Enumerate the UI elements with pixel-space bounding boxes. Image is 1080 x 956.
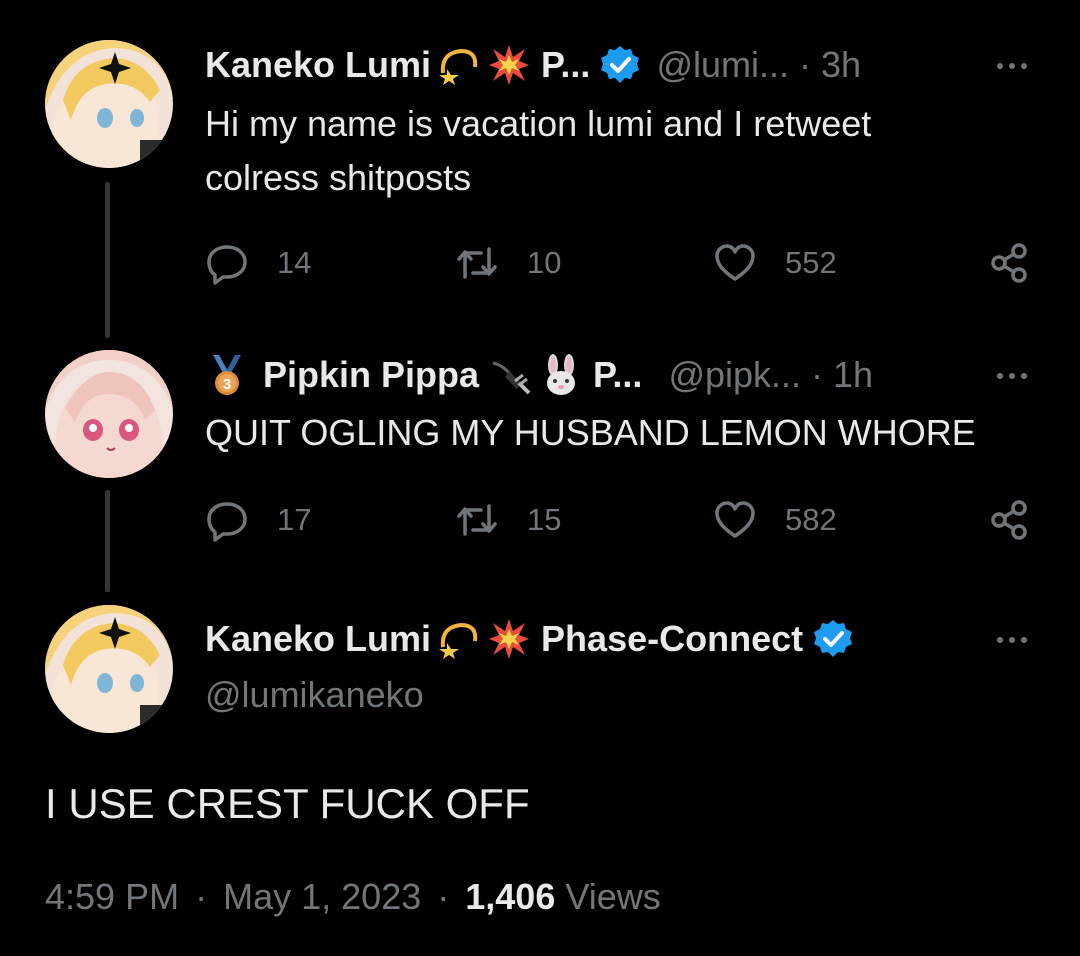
verified-badge-icon [811,617,855,661]
heart-icon [715,501,755,538]
tweet-header: Kaneko Lumi P... @lumi... · 3h [205,40,861,90]
like-button[interactable]: 552 [713,238,837,288]
share-icon [991,243,1027,283]
retweet-button[interactable]: 15 [455,495,561,545]
bronze-medal-3-emoji: 3 [205,353,249,397]
dizzy-emoji [437,43,481,87]
affiliation[interactable]: P... [541,44,590,86]
more-options-icon[interactable] [992,46,1032,86]
reply-button[interactable]: 14 [205,238,311,288]
collision-emoji [487,617,531,661]
separator-dot: · [437,876,450,917]
retweet-icon [457,504,497,536]
reply-icon [207,245,247,285]
timestamp[interactable]: 3h [821,44,861,86]
rabbit-face-emoji [539,353,583,397]
like-count: 552 [785,245,837,280]
reply-button[interactable]: 17 [205,495,311,545]
heart-icon [715,244,755,281]
share-button[interactable] [987,238,1031,288]
plug-emoji [489,353,533,397]
tweet-meta: 4:59 PM · May 1, 2023 · 1,406 Views [45,876,661,918]
views-count: 1,406 [465,876,556,917]
tweet-actions: 14 10 552 [205,238,1035,288]
timestamp[interactable]: 1h [833,354,873,396]
display-name[interactable]: Kaneko Lumi [205,44,431,86]
affiliation[interactable]: P... [593,354,642,396]
handle[interactable]: @pipk... [668,354,801,396]
collision-emoji [487,43,531,87]
more-options-icon[interactable] [992,356,1032,396]
display-name[interactable]: Pipkin Pippa [263,354,479,396]
tweet-text: QUIT OGLING MY HUSBAND LEMON WHORE [205,412,976,453]
separator-dot: · [811,354,824,395]
avatar[interactable] [45,605,173,733]
retweet-count: 10 [527,245,562,280]
svg-text:3: 3 [223,376,231,393]
post-date[interactable]: May 1, 2023 [223,876,421,917]
reply-count: 14 [277,245,312,280]
like-count: 582 [785,502,837,537]
reply-icon [207,502,247,542]
tweet-text: I USE CREST FUCK OFF [45,780,530,827]
separator-dot: · [799,44,811,85]
retweet-count: 15 [527,502,562,537]
display-name[interactable]: Kaneko Lumi [205,618,431,660]
avatar[interactable] [45,350,173,478]
thread-line [105,182,110,338]
dizzy-emoji [437,617,481,661]
tweet-header: Kaneko Lumi Phase-Connect [205,614,855,664]
retweet-icon [457,247,497,279]
like-button[interactable]: 582 [713,495,837,545]
retweet-button[interactable]: 10 [455,238,561,288]
avatar[interactable] [45,40,173,168]
handle[interactable]: @lumi... [656,44,789,86]
views-label: Views [565,876,661,917]
reply-count: 17 [277,502,312,537]
verified-badge-icon [598,43,642,87]
tweet-actions: 17 15 582 [205,495,1035,545]
tweet-header: 3 Pipkin Pippa P... @pipk... · 1h [205,350,873,400]
thread-line [105,490,110,592]
separator-dot: · [195,876,208,917]
more-options-icon[interactable] [992,620,1032,660]
handle[interactable]: @lumikaneko [205,674,424,716]
tweet-text: Hi my name is vacation lumi and I retwee… [205,103,872,198]
share-icon [991,500,1027,540]
post-time[interactable]: 4:59 PM [45,876,179,917]
affiliation[interactable]: Phase-Connect [541,618,803,660]
share-button[interactable] [987,495,1031,545]
